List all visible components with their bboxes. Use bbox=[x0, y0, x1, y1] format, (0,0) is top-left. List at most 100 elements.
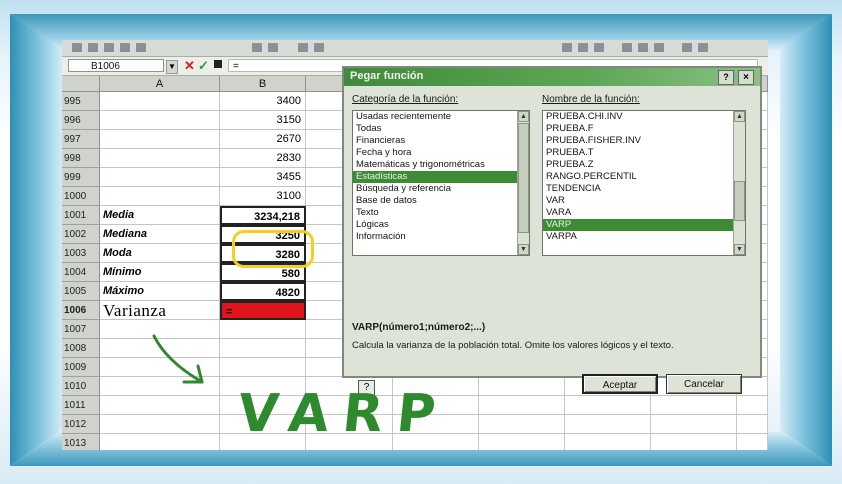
category-item[interactable]: Información bbox=[353, 231, 529, 243]
function-item[interactable]: TENDENCIA bbox=[543, 183, 745, 195]
function-scrollbar[interactable]: ▲ ▼ bbox=[733, 111, 745, 255]
cancel-button[interactable]: Cancelar bbox=[666, 374, 742, 394]
scroll-down-icon[interactable]: ▼ bbox=[518, 244, 529, 255]
row-number[interactable]: 999 bbox=[62, 168, 100, 187]
row-number[interactable]: 1011 bbox=[62, 396, 100, 415]
percent-icon[interactable] bbox=[698, 43, 708, 52]
help-button[interactable]: ? bbox=[718, 70, 734, 85]
print-icon[interactable] bbox=[120, 43, 130, 52]
cell-b[interactable]: = bbox=[220, 301, 306, 320]
row-number[interactable]: 1007 bbox=[62, 320, 100, 339]
function-listbox[interactable]: PRUEBA.CHI.INV PRUEBA.F PRUEBA.FISHER.INV P… bbox=[542, 110, 746, 256]
function-item[interactable]: RANGO.PERCENTIL bbox=[543, 171, 745, 183]
row-number[interactable]: 997 bbox=[62, 130, 100, 149]
row-number[interactable]: 996 bbox=[62, 111, 100, 130]
function-item[interactable]: VARPA bbox=[543, 231, 745, 243]
cell-b[interactable]: 3400 bbox=[220, 92, 306, 111]
scroll-down-icon[interactable]: ▼ bbox=[734, 244, 745, 255]
function-item[interactable]: PRUEBA.CHI.INV bbox=[543, 111, 745, 123]
function-item[interactable]: PRUEBA.T bbox=[543, 147, 745, 159]
category-item[interactable]: Matemáticas y trigonométricas bbox=[353, 159, 529, 171]
row-number[interactable]: 995 bbox=[62, 92, 100, 111]
align-center-icon[interactable] bbox=[638, 43, 648, 52]
cell-a[interactable] bbox=[100, 168, 220, 187]
align-right-icon[interactable] bbox=[654, 43, 664, 52]
column-header-a[interactable]: A bbox=[100, 76, 220, 92]
function-item[interactable]: VARA bbox=[543, 207, 745, 219]
cell-a[interactable]: Mediana bbox=[100, 225, 220, 244]
function-item[interactable]: VAR bbox=[543, 195, 745, 207]
row-number[interactable]: 1009 bbox=[62, 358, 100, 377]
cell-a[interactable]: Máximo bbox=[100, 282, 220, 301]
cell-b[interactable]: 4820 bbox=[220, 282, 306, 301]
cell-b[interactable]: 3250 bbox=[220, 225, 306, 244]
row-number[interactable]: 1001 bbox=[62, 206, 100, 225]
scroll-up-icon[interactable]: ▲ bbox=[734, 111, 745, 122]
close-button[interactable]: × bbox=[738, 70, 754, 85]
category-item[interactable]: Búsqueda y referencia bbox=[353, 183, 529, 195]
row-number[interactable]: 1003 bbox=[62, 244, 100, 263]
preview-icon[interactable] bbox=[136, 43, 146, 52]
category-item[interactable]: Texto bbox=[353, 207, 529, 219]
italic-icon[interactable] bbox=[578, 43, 588, 52]
column-header-b[interactable]: B bbox=[220, 76, 306, 92]
function-item[interactable]: PRUEBA.FISHER.INV bbox=[543, 135, 745, 147]
currency-icon[interactable] bbox=[682, 43, 692, 52]
cell-a[interactable] bbox=[100, 92, 220, 111]
cell-a[interactable]: Moda bbox=[100, 244, 220, 263]
scroll-thumb[interactable] bbox=[518, 123, 529, 233]
category-item[interactable]: Estadísticas bbox=[353, 171, 529, 183]
function-item[interactable]: VARP bbox=[543, 219, 745, 231]
dialog-titlebar[interactable]: Pegar función ? × bbox=[344, 68, 760, 86]
function-item[interactable]: PRUEBA.F bbox=[543, 123, 745, 135]
enter-icon[interactable]: ✓ bbox=[198, 58, 209, 74]
save-icon[interactable] bbox=[104, 43, 114, 52]
row-number[interactable]: 1010 bbox=[62, 377, 100, 396]
ok-button[interactable]: Aceptar bbox=[582, 374, 658, 394]
cell-b[interactable]: 3234,218 bbox=[220, 206, 306, 225]
category-scrollbar[interactable]: ▲ ▼ bbox=[517, 111, 529, 255]
category-item[interactable]: Financieras bbox=[353, 135, 529, 147]
cell-a[interactable]: Media bbox=[100, 206, 220, 225]
cell-b[interactable]: 2670 bbox=[220, 130, 306, 149]
category-item[interactable]: Base de datos bbox=[353, 195, 529, 207]
category-listbox[interactable]: Usadas recientemente Todas Financieras Fech… bbox=[352, 110, 530, 256]
chevron-down-icon[interactable]: ▼ bbox=[166, 60, 178, 74]
row-number[interactable]: 1008 bbox=[62, 339, 100, 358]
open-icon[interactable] bbox=[88, 43, 98, 52]
cell-b[interactable]: 3100 bbox=[220, 187, 306, 206]
row-number[interactable]: 1000 bbox=[62, 187, 100, 206]
row-number[interactable]: 1013 bbox=[62, 434, 100, 450]
undo-icon[interactable] bbox=[252, 43, 262, 52]
function-icon[interactable] bbox=[214, 60, 222, 68]
category-item[interactable]: Fecha y hora bbox=[353, 147, 529, 159]
category-item[interactable]: Lógicas bbox=[353, 219, 529, 231]
function-wizard-icon[interactable] bbox=[314, 43, 324, 52]
row-number[interactable]: 1005 bbox=[62, 282, 100, 301]
row-number[interactable]: 1012 bbox=[62, 415, 100, 434]
scroll-thumb[interactable] bbox=[734, 181, 745, 221]
align-left-icon[interactable] bbox=[622, 43, 632, 52]
cell-a[interactable]: Mínimo bbox=[100, 263, 220, 282]
cell-b[interactable]: 580 bbox=[220, 263, 306, 282]
cell-a[interactable]: Varianza bbox=[100, 301, 220, 320]
cell-b[interactable]: 3280 bbox=[220, 244, 306, 263]
cell-b[interactable]: 3455 bbox=[220, 168, 306, 187]
cell-a[interactable] bbox=[100, 149, 220, 168]
underline-icon[interactable] bbox=[594, 43, 604, 52]
category-item[interactable]: Todas bbox=[353, 123, 529, 135]
function-item[interactable]: PRUEBA.Z bbox=[543, 159, 745, 171]
cell-a[interactable] bbox=[100, 111, 220, 130]
cell-a[interactable] bbox=[100, 130, 220, 149]
row-number[interactable]: 1006 bbox=[62, 301, 100, 320]
bold-icon[interactable] bbox=[562, 43, 572, 52]
cell-a[interactable] bbox=[100, 187, 220, 206]
autosum-icon[interactable] bbox=[298, 43, 308, 52]
select-all-corner[interactable] bbox=[62, 76, 100, 92]
new-icon[interactable] bbox=[72, 43, 82, 52]
cell-b[interactable]: 2830 bbox=[220, 149, 306, 168]
redo-icon[interactable] bbox=[268, 43, 278, 52]
row-number[interactable]: 1004 bbox=[62, 263, 100, 282]
category-item[interactable]: Usadas recientemente bbox=[353, 111, 529, 123]
name-box[interactable]: B1006 bbox=[68, 59, 164, 72]
